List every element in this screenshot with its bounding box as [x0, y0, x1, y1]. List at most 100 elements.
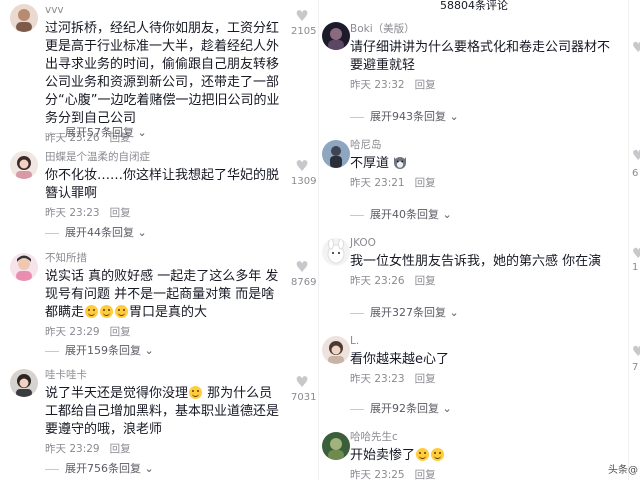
- expand-replies-button[interactable]: 展开327条回复 ⌄: [350, 304, 459, 320]
- avatar[interactable]: [10, 369, 38, 397]
- comment-time: 昨天 23:32: [350, 79, 405, 91]
- expand-replies-button[interactable]: 展开44条回复 ⌄: [45, 224, 147, 240]
- reply-button[interactable]: 回复: [415, 373, 436, 385]
- divider-line: [350, 116, 364, 118]
- comment-text-main: 不厚道: [350, 156, 390, 171]
- comment-time: 昨天 23:29: [45, 443, 100, 455]
- left-comment-column: vvv 过河拆桥，经纪人待你如朋友，工资分红更是高于行业标准一大半，趁着经纪人外…: [0, 0, 318, 480]
- chevron-down-icon: ⌄: [442, 402, 452, 415]
- comment-username[interactable]: JKOO: [350, 236, 620, 250]
- like-count: 2105: [291, 26, 317, 37]
- chevron-down-icon: ⌄: [449, 110, 459, 123]
- comment-username[interactable]: 哇卡哇卡: [45, 368, 285, 382]
- chevron-down-icon: ⌄: [442, 208, 452, 221]
- like-button[interactable]: ♥ 2105: [291, 7, 317, 37]
- expand-replies-button[interactable]: 展开756条回复 ⌄: [45, 460, 154, 476]
- chevron-down-icon: ⌄: [137, 226, 147, 239]
- heart-icon[interactable]: ♥: [632, 148, 640, 164]
- like-button[interactable]: ♥ 7031: [291, 373, 317, 403]
- comment-text: 过河拆桥，经纪人待你如朋友，工资分红更是高于行业标准一大半，趁着经纪人外出寻求业…: [45, 21, 280, 126]
- dog-face-icon: [394, 157, 407, 169]
- comment-time: 昨天 23:29: [45, 326, 100, 338]
- chevron-down-icon: ⌄: [144, 344, 154, 357]
- heart-icon: ♥: [295, 373, 309, 391]
- expand-replies-label: 展开44条回复: [65, 226, 134, 239]
- like-count: 7: [632, 362, 639, 373]
- reply-button[interactable]: 回复: [415, 275, 436, 287]
- comment-username[interactable]: 田蝶是个温柔的自闭症: [45, 150, 285, 164]
- emoji-icon: [85, 305, 99, 318]
- emoji-icon: [100, 305, 114, 318]
- expand-replies-button[interactable]: 展开92条回复 ⌄: [350, 400, 452, 416]
- avatar[interactable]: [322, 336, 350, 364]
- divider-line: [45, 350, 59, 352]
- comment-text-main: 开始卖惨了: [350, 448, 416, 463]
- like-count: 1309: [291, 176, 317, 187]
- comment-username[interactable]: vvv: [45, 3, 285, 17]
- right-partial-column: ♥ ♥ 6 ♥ 1 ♥ 7: [628, 0, 640, 480]
- heart-icon[interactable]: ♥: [632, 246, 640, 262]
- like-count: 7031: [291, 392, 317, 403]
- like-button[interactable]: ♥ 8769: [291, 258, 317, 288]
- chevron-down-icon: ⌄: [144, 462, 154, 475]
- comment-count-header: 58804条评论: [440, 0, 508, 12]
- comment-time: 昨天 23:26: [350, 275, 405, 287]
- comment-time: 昨天 23:21: [350, 177, 405, 189]
- avatar[interactable]: [322, 238, 350, 266]
- comment-text-tail: 胃口是真的大: [129, 305, 208, 320]
- avatar[interactable]: [10, 4, 38, 32]
- avatar[interactable]: [322, 140, 350, 168]
- reply-button[interactable]: 回复: [415, 177, 436, 189]
- chevron-down-icon: ⌄: [449, 306, 459, 319]
- expand-replies-label: 展开327条回复: [370, 306, 446, 319]
- heart-icon[interactable]: ♥: [632, 344, 640, 360]
- expand-replies-label: 展开159条回复: [65, 344, 141, 357]
- like-count: 1: [632, 262, 639, 273]
- comment-username[interactable]: 不知所措: [45, 251, 285, 265]
- like-button[interactable]: ♥ 1309: [291, 157, 317, 187]
- expand-replies-button[interactable]: 展开40条回复 ⌄: [350, 206, 452, 222]
- comment-text: 请仔细讲讲为什么要格式化和卷走公司器材不要避重就轻: [350, 40, 611, 73]
- comment-username[interactable]: L.: [350, 334, 620, 348]
- emoji-icon: [115, 305, 129, 318]
- like-count: 6: [632, 168, 639, 179]
- emoji-icon: [189, 386, 203, 399]
- expand-replies-label: 展开57条回复: [65, 126, 134, 139]
- reply-button[interactable]: 回复: [110, 326, 131, 338]
- divider-line: [350, 408, 364, 410]
- expand-replies-button[interactable]: 展开943条回复 ⌄: [350, 108, 459, 124]
- heart-icon[interactable]: ♥: [632, 40, 640, 56]
- avatar[interactable]: [322, 432, 350, 460]
- reply-button[interactable]: 回复: [415, 469, 436, 480]
- reply-button[interactable]: 回复: [110, 207, 131, 219]
- reply-button[interactable]: 回复: [110, 443, 131, 455]
- comment-text-head: 说了半天还是觉得你没理: [45, 386, 189, 401]
- heart-icon: ♥: [295, 7, 309, 25]
- comment-username[interactable]: 哈尼岛: [350, 138, 620, 152]
- expand-replies-label: 展开40条回复: [370, 208, 439, 221]
- like-count: 8769: [291, 277, 317, 288]
- comment-username[interactable]: 哈哈先生c: [350, 430, 620, 444]
- comment-text: 开始卖惨了: [350, 447, 620, 465]
- heart-icon: ♥: [295, 157, 309, 175]
- expand-replies-button[interactable]: 展开159条回复 ⌄: [45, 342, 154, 358]
- comment-text: 看你越来越e心了: [350, 352, 449, 367]
- comment-username[interactable]: Boki（美版）: [350, 22, 620, 36]
- laughing-emoji-icon: [416, 448, 430, 461]
- comment-text: 不厚道: [350, 155, 620, 173]
- divider-line: [45, 232, 59, 234]
- heart-icon: ♥: [295, 258, 309, 276]
- comment-text: 说实话 真的败好感 一起走了这么多年 发现号有问题 并不是一起商量对策 而是啥都…: [45, 268, 285, 322]
- expand-replies-label: 展开756条回复: [65, 462, 141, 475]
- avatar[interactable]: [10, 151, 38, 179]
- avatar[interactable]: [322, 22, 350, 50]
- expand-replies-button[interactable]: 展开57条回复 ⌄: [45, 124, 147, 140]
- comment-time: 昨天 23:23: [350, 373, 405, 385]
- reply-button[interactable]: 回复: [415, 79, 436, 91]
- middle-comment-column: 58804条评论 Boki（美版） 请仔细讲讲为什么要格式化和卷走公司器材不要避…: [318, 0, 628, 480]
- comment-time: 昨天 23:25: [350, 469, 405, 480]
- avatar[interactable]: [10, 253, 38, 281]
- comment-text: 你不化妆……你这样让我想起了华妃的脱簪认罪啊: [45, 168, 280, 201]
- chevron-down-icon: ⌄: [137, 126, 147, 139]
- laughing-emoji-icon: [431, 448, 445, 461]
